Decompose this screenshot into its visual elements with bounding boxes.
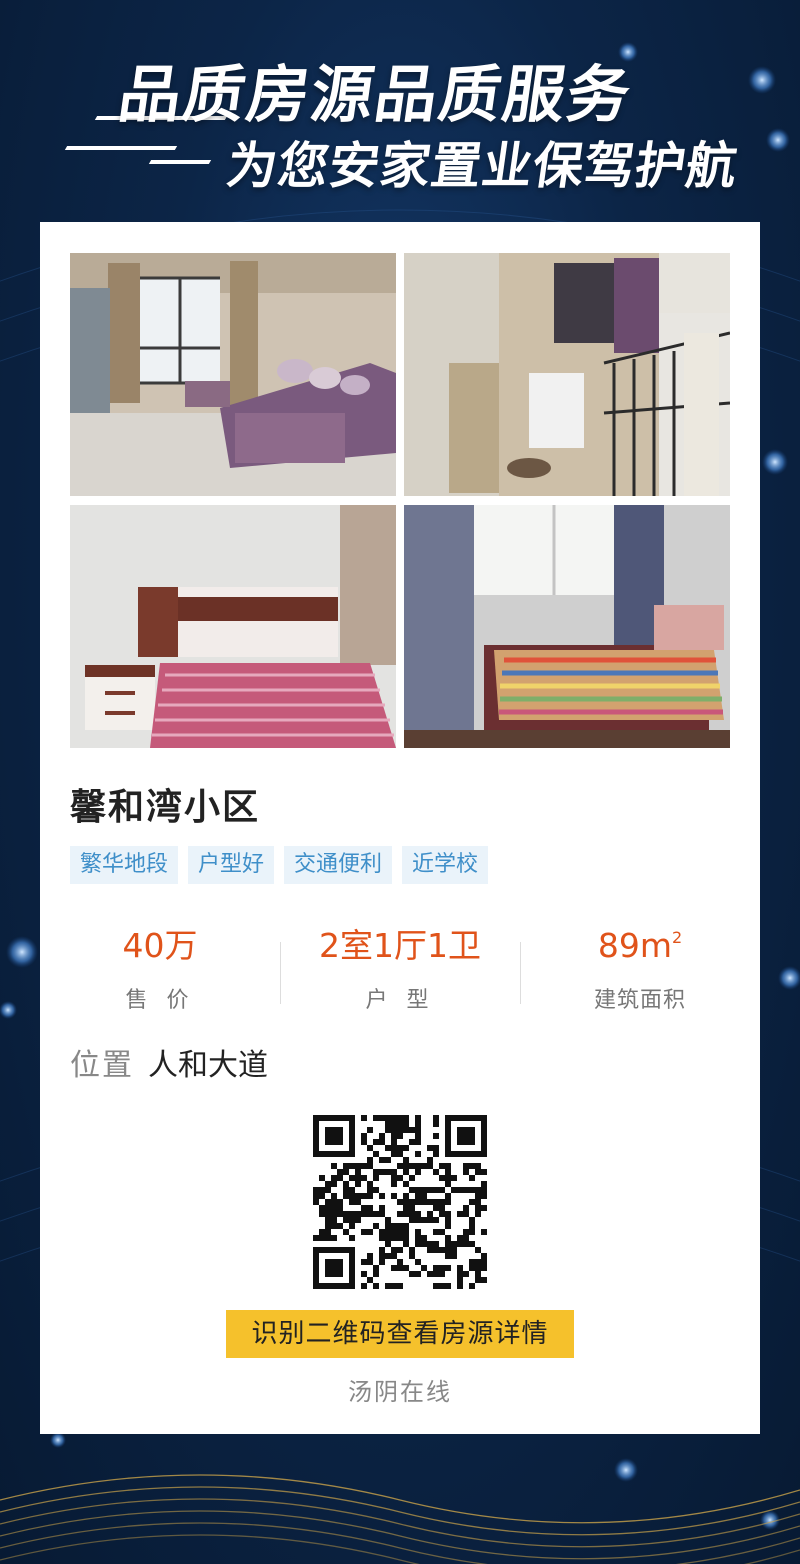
brand-name: 汤阴在线 [348,1378,452,1406]
price-value: 40万 [122,926,198,965]
feature-tag: 繁华地段 [70,846,179,884]
location-label: 位置 [70,1048,134,1083]
feature-tag: 交通便利 [284,846,393,884]
speed-line-decoration [148,160,212,164]
listing-card: 馨和湾小区 繁华地段 户型好 交通便利 近学校 40万 售 价 2室1厅1卫 户… [40,222,760,1434]
photo-living-room[interactable] [70,253,396,496]
area-label: 建筑面积 [593,988,686,1013]
location-row: 位置 人和大道 [70,1040,268,1084]
area-unit-superscript: 2 [671,928,683,947]
price-label: 售 价 [125,988,195,1013]
layout-stat: 2室1厅1卫 户 型 [280,922,520,1014]
listing-stats: 40万 售 价 2室1厅1卫 户 型 89m2 建筑面积 [40,922,760,1032]
photo-bedroom-1[interactable] [70,505,396,748]
feature-tag: 户型好 [188,846,275,884]
headline-banner: 品质房源品质服务 为您安家置业保驾护航 [0,30,800,220]
feature-tags: 繁华地段 户型好 交通便利 近学校 [70,846,489,884]
photo-balcony[interactable] [404,253,730,496]
layout-label: 户 型 [365,988,435,1013]
layout-value: 2室1厅1卫 [319,926,481,965]
area-number: 89m [597,926,672,965]
photo-bedroom-2[interactable] [404,505,730,748]
scan-qr-cta[interactable]: 识别二维码查看房源详情 [226,1310,574,1358]
location-value: 人和大道 [148,1048,268,1083]
headline-line-1: 品质房源品质服务 [114,58,637,131]
area-stat: 89m2 建筑面积 [520,922,760,1014]
speed-line-decoration [64,146,178,150]
area-value: 89m2 [520,922,760,970]
qr-code[interactable] [313,1115,487,1289]
feature-tag: 近学校 [402,846,489,884]
listing-title: 馨和湾小区 [70,787,261,828]
price-stat: 40万 售 价 [40,922,280,1014]
headline-line-2: 为您安家置业保驾护航 [223,137,742,195]
photo-grid [70,253,730,748]
